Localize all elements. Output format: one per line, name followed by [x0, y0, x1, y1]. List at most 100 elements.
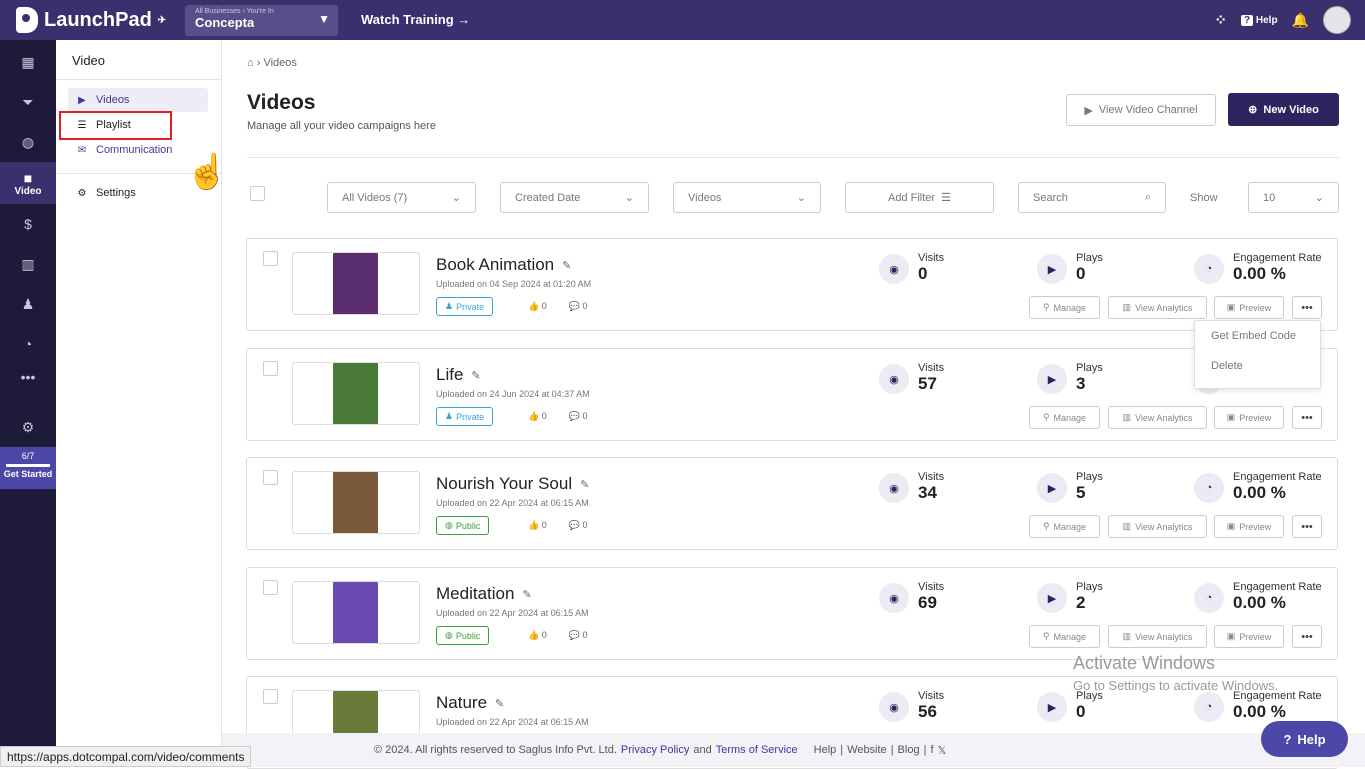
reaction-counts: 👍 0💬 0 [528, 411, 588, 422]
privacy-badge[interactable]: ♟ Private [436, 297, 494, 316]
bar-chart-icon[interactable]: ▥ [0, 245, 56, 283]
video-checkbox[interactable] [263, 580, 278, 595]
privacy-badge[interactable]: ◍Public [436, 516, 490, 535]
get-embed-code-item[interactable]: Get Embed Code [1195, 321, 1320, 351]
gear-icon[interactable]: ⚙ [0, 408, 56, 446]
video-title[interactable]: Nourish Your Soul [436, 474, 572, 494]
video-title[interactable]: Book Animation [436, 255, 554, 275]
video-thumbnail[interactable] [292, 471, 420, 534]
more-options-button[interactable]: ••• [1292, 296, 1322, 319]
pencil-icon[interactable]: ✎ [580, 478, 589, 491]
x-icon[interactable]: 𝕏 [938, 744, 947, 757]
per-page-select[interactable]: 10 ⌄ [1248, 182, 1339, 213]
plays-label: Plays [1076, 252, 1103, 264]
privacy-badge[interactable]: ♟ Private [436, 407, 494, 426]
terms-link[interactable]: Terms of Service [716, 744, 798, 756]
more-options-button[interactable]: ••• [1292, 515, 1322, 538]
video-thumbnail[interactable] [292, 581, 420, 644]
video-thumbnail[interactable] [292, 252, 420, 315]
plays-stat: ▶ Plays 0 [1037, 690, 1103, 722]
bell-icon[interactable]: 🔔 [1292, 12, 1309, 29]
manage-button[interactable]: ⚲Manage [1029, 406, 1100, 429]
video-type-dropdown[interactable]: Videos ⌄ [673, 182, 821, 213]
more-options-button[interactable]: ••• [1292, 406, 1322, 429]
preview-button[interactable]: ▣Preview [1214, 625, 1284, 648]
business-switcher[interactable]: All Businesses › You're In Concepta ▼ [185, 5, 338, 36]
dashboard-icon[interactable]: ▦ [0, 43, 56, 81]
search-input[interactable]: Search ⌕ [1018, 182, 1166, 213]
thumbnail-image [333, 253, 378, 314]
pencil-icon[interactable]: ✎ [495, 697, 504, 710]
plays-stat: ▶ Plays 5 [1037, 471, 1103, 503]
delete-item[interactable]: Delete [1195, 351, 1320, 381]
privacy-badge[interactable]: ◍Public [436, 626, 490, 645]
launchpad-logo[interactable]: LaunchPad ✈ [16, 7, 166, 33]
pencil-icon[interactable]: ✎ [471, 369, 480, 382]
globe-icon: ◍ [445, 520, 453, 530]
pencil-icon[interactable]: ✎ [562, 259, 571, 272]
engagement-stat: ◔ Engagement Rate0.00 % [1194, 252, 1322, 284]
view-analytics-button[interactable]: ▥View Analytics [1108, 406, 1207, 429]
users-icon[interactable]: ♟ [0, 285, 56, 323]
view-analytics-button[interactable]: ▥View Analytics [1108, 296, 1207, 319]
video-title[interactable]: Nature [436, 693, 487, 713]
avatar[interactable] [1323, 6, 1351, 34]
video-checkbox[interactable] [263, 470, 278, 485]
more-actions-menu: Get Embed Code Delete [1194, 320, 1321, 389]
dollar-icon[interactable]: $ [0, 205, 56, 243]
chevron-down-icon: ⌄ [796, 192, 806, 204]
video-checkbox[interactable] [263, 251, 278, 266]
new-video-button[interactable]: ⊕ New Video [1228, 93, 1339, 126]
website-link[interactable]: Website [847, 744, 887, 756]
likes-value: 0 [541, 630, 547, 640]
video-title[interactable]: Meditation [436, 584, 514, 604]
select-all-checkbox[interactable] [250, 186, 265, 201]
apps-grid-icon[interactable]: ⁘ [1214, 11, 1227, 29]
get-started-label: Get Started [3, 469, 53, 479]
add-filter-button[interactable]: Add Filter ☰ [845, 182, 994, 213]
preview-button[interactable]: ▣Preview [1214, 515, 1284, 538]
preview-button[interactable]: ▣Preview [1214, 406, 1284, 429]
manage-button[interactable]: ⚲Manage [1029, 515, 1100, 538]
watch-training-link[interactable]: Watch Training → [361, 12, 470, 27]
left-rail: ▦ ⏷ ◍ ■ Video $ ▥ ♟ ◔ ••• ⚙ [0, 40, 56, 767]
video-title-row: Nourish Your Soul ✎ [436, 474, 589, 494]
created-date-dropdown[interactable]: Created Date ⌄ [500, 182, 649, 213]
video-title[interactable]: Life [436, 365, 463, 385]
plays-value: 3 [1076, 374, 1086, 393]
manage-button[interactable]: ⚲Manage [1029, 625, 1100, 648]
help-link[interactable]: ? Help [1241, 14, 1278, 26]
video-checkbox[interactable] [263, 361, 278, 376]
funnel-icon[interactable]: ⏷ [0, 83, 56, 121]
view-video-channel-button[interactable]: ▶ View Video Channel [1066, 94, 1216, 126]
footer-help-link[interactable]: Help [814, 744, 837, 756]
manage-button[interactable]: ⚲Manage [1029, 296, 1100, 319]
facebook-icon[interactable]: f [930, 744, 933, 756]
get-started-widget[interactable]: 6/7 Get Started [0, 447, 56, 489]
copyright: © 2024. All rights reserved to Saglus In… [374, 744, 617, 756]
breadcrumb-videos[interactable]: Videos [263, 57, 296, 69]
blog-link[interactable]: Blog [898, 744, 920, 756]
comments-value: 0 [582, 630, 588, 640]
home-icon[interactable]: ⌂ [247, 57, 254, 69]
more-icon[interactable]: ••• [0, 358, 56, 396]
video-thumbnail[interactable] [292, 362, 420, 425]
more-options-button[interactable]: ••• [1292, 625, 1322, 648]
logo-icon [16, 7, 38, 33]
rail-item-video[interactable]: ■ Video [0, 162, 56, 204]
privacy-label: Private [456, 411, 485, 422]
user-icon: ♟ [445, 411, 454, 421]
view-analytics-button[interactable]: ▥View Analytics [1108, 515, 1207, 538]
privacy-policy-link[interactable]: Privacy Policy [621, 744, 689, 756]
preview-button[interactable]: ▣Preview [1214, 296, 1284, 319]
help-button[interactable]: ? Help [1261, 721, 1348, 757]
thumbnail-image [333, 582, 378, 643]
pencil-icon[interactable]: ✎ [522, 588, 531, 601]
sidebar-item-videos[interactable]: ▶ Videos [68, 88, 208, 112]
video-checkbox[interactable] [263, 689, 278, 704]
bar-chart-icon: ▥ [1122, 631, 1132, 641]
all-videos-dropdown[interactable]: All Videos (7) ⌄ [327, 182, 476, 213]
view-analytics-button[interactable]: ▥View Analytics [1108, 625, 1207, 648]
analytics-label: View Analytics [1135, 521, 1193, 532]
globe-icon[interactable]: ◍ [0, 123, 56, 161]
